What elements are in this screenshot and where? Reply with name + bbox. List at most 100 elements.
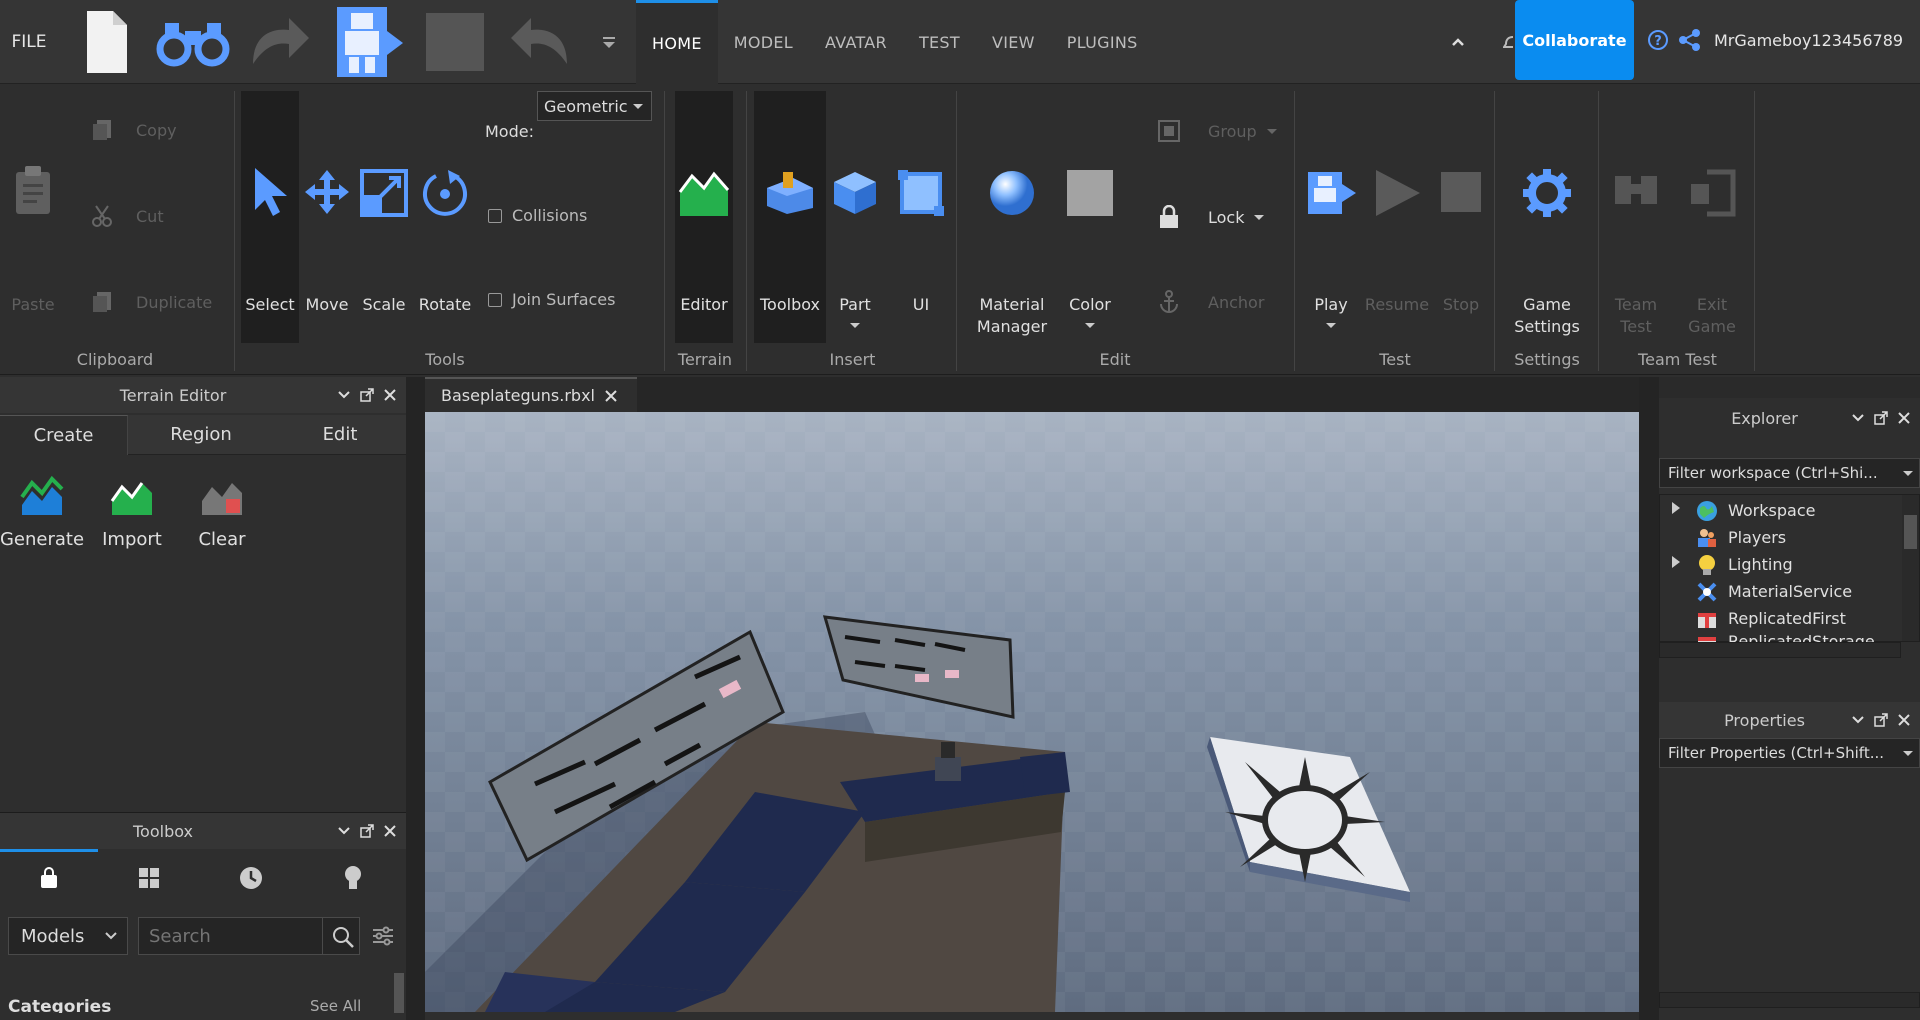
team-test-button[interactable]: Team Test <box>1606 160 1666 336</box>
panel-title: Terrain Editor <box>119 385 227 405</box>
collapse-ribbon-icon[interactable] <box>1446 0 1470 84</box>
terrain-tab-region[interactable]: Region <box>128 415 274 455</box>
stop-button[interactable]: Stop <box>1434 160 1488 330</box>
chevron-down-icon[interactable] <box>338 391 350 399</box>
duplicate-button[interactable]: Duplicate <box>90 290 212 314</box>
join-surfaces-toggle[interactable]: Join Surfaces <box>488 290 615 309</box>
undock-icon[interactable] <box>1874 713 1888 727</box>
chevron-down-icon[interactable] <box>1852 716 1864 724</box>
color-button[interactable]: Color <box>1060 160 1120 330</box>
avatar-play-icon[interactable] <box>328 0 406 84</box>
resume-button[interactable]: Resume <box>1364 160 1430 330</box>
toolbox-tab-recent[interactable] <box>202 853 300 903</box>
select-tool-button[interactable]: Select <box>241 160 299 330</box>
help-icon[interactable]: ? <box>1646 0 1670 80</box>
collisions-checkbox[interactable] <box>488 208 502 223</box>
properties-horizontal-scrollbar[interactable] <box>1659 992 1920 1008</box>
undock-icon[interactable] <box>360 824 374 838</box>
customize-quick-access-icon[interactable] <box>596 0 622 84</box>
close-icon[interactable] <box>384 389 396 401</box>
rotate-tool-button[interactable]: Rotate <box>416 160 474 330</box>
undock-icon[interactable] <box>1874 411 1888 425</box>
undo-icon[interactable] <box>504 0 580 84</box>
ui-button[interactable]: UI <box>892 160 950 330</box>
toolbox-tab-inventory[interactable] <box>0 853 98 903</box>
tab-avatar[interactable]: AVATAR <box>809 0 903 84</box>
terrain-import-button[interactable]: Import <box>92 475 172 565</box>
file-menu-button[interactable]: FILE <box>0 0 58 84</box>
notification-bell-icon[interactable] <box>1502 0 1514 84</box>
tree-item-replicatedfirst[interactable]: ReplicatedFirst <box>1696 605 1846 632</box>
toolbox-tab-creations[interactable] <box>304 853 402 903</box>
redo-icon[interactable] <box>242 0 314 84</box>
3d-viewport[interactable] <box>425 412 1639 1012</box>
tab-plugins[interactable]: PLUGINS <box>1051 0 1154 84</box>
explorer-scroll-thumb[interactable] <box>1904 515 1917 549</box>
join-surfaces-checkbox[interactable] <box>488 292 502 307</box>
terrain-editor-button[interactable]: Editor <box>675 160 733 330</box>
material-manager-button[interactable]: Material Manager <box>970 160 1054 336</box>
left-dock-splitter[interactable] <box>406 377 425 1020</box>
close-icon[interactable] <box>384 825 396 837</box>
user-menu[interactable]: MrGameboy123456789 <box>1714 0 1920 80</box>
anchor-button[interactable]: Anchor <box>1158 290 1264 314</box>
paste-button[interactable]: Paste <box>0 150 66 330</box>
new-file-icon[interactable] <box>74 0 138 84</box>
close-icon[interactable] <box>1898 412 1910 424</box>
toolbox-category-dropdown[interactable]: Models <box>8 917 128 955</box>
lock-button[interactable]: Lock <box>1158 205 1265 229</box>
see-all-link[interactable]: See All <box>310 997 361 1013</box>
terrain-generate-button[interactable]: Generate <box>0 475 84 565</box>
cut-button[interactable]: Cut <box>90 204 164 228</box>
terrain-tab-edit[interactable]: Edit <box>274 415 406 455</box>
undock-icon[interactable] <box>360 388 374 402</box>
explorer-horizontal-scrollbar[interactable] <box>1659 642 1901 658</box>
stop-square-icon[interactable] <box>418 0 492 84</box>
collisions-toggle[interactable]: Collisions <box>488 206 587 225</box>
game-settings-button[interactable]: Game Settings <box>1500 160 1594 336</box>
exit-game-button[interactable]: Exit Game <box>1682 160 1742 336</box>
toolbox-tab-marketplace[interactable] <box>100 853 198 903</box>
tab-test[interactable]: TEST <box>903 0 976 84</box>
terrain-tab-create[interactable]: Create <box>0 415 128 455</box>
ui-frame-icon <box>898 170 944 216</box>
toolbox-scrollbar[interactable] <box>394 973 404 1013</box>
tab-view[interactable]: VIEW <box>976 0 1051 84</box>
move-tool-button[interactable]: Move <box>302 160 352 330</box>
terrain-clear-button[interactable]: Clear <box>182 475 262 565</box>
right-dock-splitter[interactable] <box>1639 377 1659 1020</box>
properties-filter-input[interactable]: Filter Properties (Ctrl+Shift... <box>1659 738 1920 768</box>
scale-tool-button[interactable]: Scale <box>356 160 412 330</box>
scene-render <box>425 412 1639 1012</box>
gear-icon <box>1523 169 1571 217</box>
rotate-icon <box>423 170 467 216</box>
close-icon[interactable] <box>605 389 617 402</box>
toolbox-search-input[interactable] <box>139 918 319 954</box>
copy-button[interactable]: Copy <box>90 118 177 142</box>
tab-home[interactable]: HOME <box>636 0 718 84</box>
mode-dropdown[interactable]: Geometric <box>537 91 652 121</box>
search-icon[interactable] <box>331 925 355 949</box>
document-tab-baseplateguns[interactable]: Baseplateguns.rbxl <box>425 377 637 412</box>
filter-settings-icon[interactable] <box>372 925 394 947</box>
tree-item-players[interactable]: Players <box>1696 524 1786 551</box>
expand-arrow-icon[interactable] <box>1672 556 1680 568</box>
tree-item-lighting[interactable]: Lighting <box>1696 551 1793 578</box>
chevron-down-icon[interactable] <box>1852 414 1864 422</box>
expand-arrow-icon[interactable] <box>1672 502 1680 514</box>
terrain-editor-panel: Terrain Editor Create Region Edit Genera… <box>0 377 406 797</box>
binoculars-icon[interactable] <box>153 0 233 84</box>
tab-model[interactable]: MODEL <box>718 0 809 84</box>
toolbox-button[interactable]: Toolbox <box>754 160 826 330</box>
play-button[interactable]: Play <box>1300 160 1362 330</box>
group-button[interactable]: Group <box>1158 120 1277 142</box>
close-icon[interactable] <box>1898 714 1910 726</box>
tree-item-materialservice[interactable]: MaterialService <box>1696 578 1852 605</box>
collaborate-button[interactable]: Collaborate <box>1515 0 1634 80</box>
categories-heading: Categories <box>8 997 112 1013</box>
part-button[interactable]: Part <box>826 160 884 330</box>
tree-item-workspace[interactable]: Workspace <box>1696 497 1815 524</box>
share-icon[interactable] <box>1676 0 1704 80</box>
chevron-down-icon[interactable] <box>338 827 350 835</box>
explorer-filter-input[interactable]: Filter workspace (Ctrl+Shi... <box>1659 458 1920 488</box>
